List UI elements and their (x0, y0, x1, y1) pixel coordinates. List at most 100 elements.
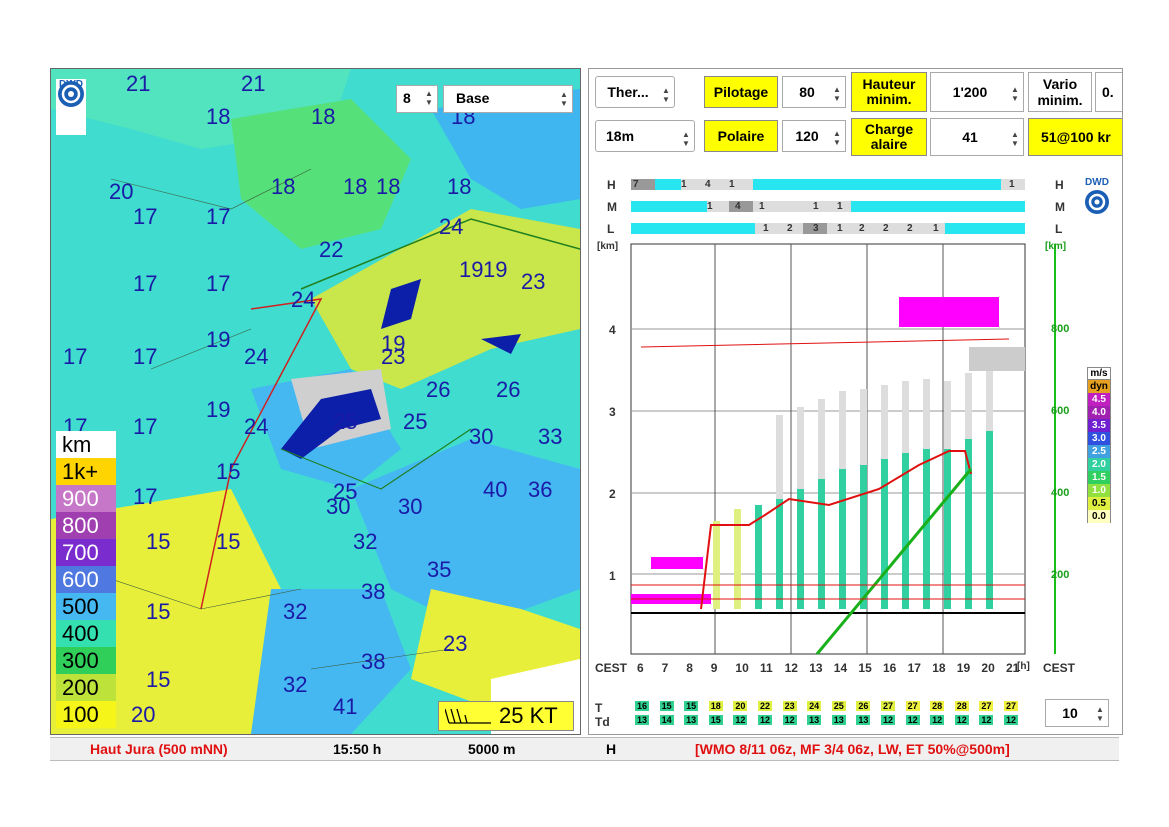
temperature-label: 32 (283, 672, 308, 697)
hour-tick: 15 (858, 661, 872, 675)
legend-item: 100 (56, 701, 116, 728)
level-select[interactable]: Base ▲ ▼ (443, 85, 573, 113)
temperature-label: 36 (528, 477, 553, 502)
hauteur-label-line2: minim. (866, 91, 912, 107)
vertical-speed-scale-item: 1.5 (1087, 471, 1111, 484)
thermal-column (713, 521, 720, 609)
legend-item: 900 (56, 485, 116, 512)
temperature-label: 21 (126, 71, 151, 96)
hauteur-value: 1'200 (952, 84, 988, 100)
wing-select[interactable]: 18m ▲ ▼ (595, 120, 695, 152)
altitude-stepper[interactable]: 8 ▲ ▼ (396, 85, 438, 113)
hour-tick: 6 (637, 661, 644, 675)
vario-field[interactable]: 0. (1095, 72, 1122, 112)
interval-stepper[interactable]: 10 ▲ ▼ (1045, 699, 1109, 727)
temperature-label: 30 (469, 424, 494, 449)
dewpoint-cell: 12 (1004, 715, 1018, 725)
temperature-row-label: T (595, 701, 603, 715)
cloud-column (797, 407, 804, 489)
temperature-label: 35 (427, 557, 452, 582)
vertical-speed-scale-item: dyn (1087, 380, 1111, 393)
stepper-arrows-icon[interactable]: ▲ ▼ (1010, 130, 1020, 148)
thermal-column (986, 431, 993, 609)
temperature-cell: 15 (684, 701, 699, 711)
dwd-swirl-icon (58, 81, 84, 107)
temperature-label: 32 (283, 599, 308, 624)
dewpoint-cell: 13 (807, 715, 822, 725)
dewpoint-cell: 13 (856, 715, 871, 725)
dewpoint-cell: 12 (733, 715, 748, 725)
right-axis-tick: 800 (1051, 323, 1070, 335)
type-select[interactable]: Ther... ▲ ▼ (595, 76, 675, 108)
temperature-label: 26 (426, 377, 451, 402)
dwd-logo: DWD (56, 79, 86, 135)
cloud-cover-number: 3 (813, 223, 819, 234)
wind-barb-icon (445, 708, 491, 724)
vario-label-line2: minim. (1037, 92, 1083, 108)
cloud-cover-number: 1 (707, 201, 713, 212)
stepper-arrows-icon[interactable]: ▲ ▼ (1095, 705, 1105, 723)
left-axis-tick: 2 (609, 487, 616, 501)
temperature-label: 17 (206, 271, 231, 296)
cloud-column (776, 415, 783, 499)
cloud-cover-number: 1 (933, 223, 939, 234)
vario-label-line1: Vario (1042, 76, 1078, 92)
hour-unit: [h] (1017, 661, 1030, 672)
temperature-label: 19 (206, 327, 231, 352)
temperature-label: 23 (443, 631, 468, 656)
status-location: Haut Jura (500 mNN) (90, 741, 228, 757)
temperature-cell: 23 (782, 701, 797, 711)
dewpoint-cell: 14 (659, 715, 674, 725)
vertical-speed-scale-item: 0.0 (1087, 510, 1111, 523)
thermal-column (860, 465, 867, 609)
stepper-arrows-icon[interactable]: ▲ ▼ (832, 85, 842, 103)
cloud-layer-label: M (607, 200, 617, 214)
temperature-label: 26 (496, 377, 521, 402)
select-arrows-icon: ▲ ▼ (560, 90, 568, 108)
temperature-label: 23 (381, 344, 406, 369)
charge-stepper[interactable]: 41 ▲ ▼ (930, 118, 1024, 156)
cloud-cover-number: 2 (859, 223, 865, 234)
dwd-logo-text: DWD (1085, 177, 1109, 188)
temperature-label: 19 (206, 397, 231, 422)
legend-item: 200 (56, 674, 116, 701)
temperature-label: 19 (459, 257, 484, 282)
altitude-value: 8 (403, 90, 411, 106)
wind-key: 25 KT (438, 701, 574, 731)
temperature-label: 15 (146, 529, 171, 554)
stepper-arrows-icon[interactable]: ▲ ▼ (424, 89, 434, 107)
cloud-cover-number: 4 (705, 179, 711, 190)
cloud-cover-number: 1 (1009, 179, 1015, 190)
temperature-label: 18 (376, 174, 401, 199)
level-select-value: Base (456, 90, 490, 106)
thermal-column (902, 453, 909, 609)
temperature-label: 17 (63, 344, 88, 369)
temperature-label: 17 (133, 271, 158, 296)
hauteur-label-line1: Hauteur (862, 76, 916, 92)
legend-item: 800 (56, 512, 116, 539)
temperature-label: 24 (244, 414, 269, 439)
vertical-speed-scale: m/s dyn 4.5 4.0 3.5 3.0 2.5 2.0 1.5 1.0 0.5 0.0 (1087, 367, 1111, 523)
right-axis-tick: 600 (1051, 405, 1070, 417)
cloud-column (902, 381, 909, 453)
stepper-arrows-icon[interactable]: ▲ ▼ (832, 129, 842, 147)
temperature-label: 17 (206, 204, 231, 229)
meteogram-chart (630, 179, 1056, 655)
hauteur-stepper[interactable]: 1'200 ▲ ▼ (930, 72, 1024, 112)
dewpoint-cell: 12 (881, 715, 895, 725)
hour-tick: 9 (710, 661, 718, 675)
time-axis-label-right: CEST (1043, 661, 1076, 675)
temperature-label: 18 (311, 104, 336, 129)
hour-tick: 12 (784, 661, 798, 675)
temperature-label: 25 (403, 409, 428, 434)
polaire-stepper[interactable]: 120 ▲ ▼ (782, 120, 846, 152)
temperature-label: 25 (333, 409, 358, 434)
vertical-speed-unit: m/s (1087, 367, 1111, 380)
stepper-arrows-icon[interactable]: ▲ ▼ (1010, 85, 1020, 103)
pilotage-stepper[interactable]: 80 ▲ ▼ (782, 76, 846, 108)
forecast-map[interactable]: 21 21 18 18 18 20 17 17 18 18 18 18 22 24 17 17 19 19 23 24… (50, 68, 581, 735)
temperature-label: 40 (483, 477, 508, 502)
temperature-label: 19 (483, 257, 508, 282)
temperature-cell: 25 (831, 701, 846, 711)
cloud-cover-number: 1 (763, 223, 769, 234)
